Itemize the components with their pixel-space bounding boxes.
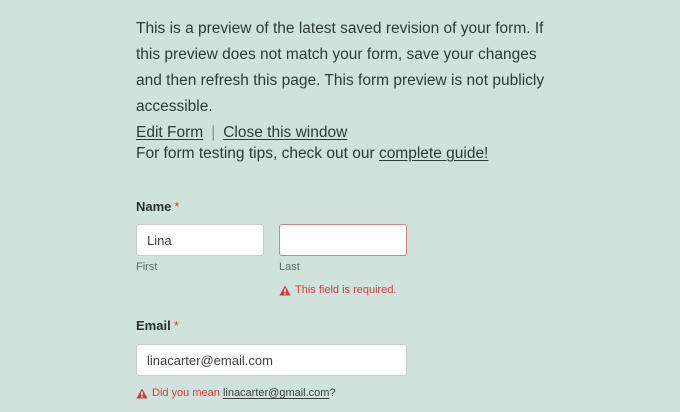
email-required-mark: * (173, 318, 179, 333)
first-name-sublabel: First (136, 261, 158, 273)
email-field-label: Email * (136, 318, 179, 333)
close-window-link[interactable]: Close this window (223, 124, 347, 141)
last-name-sublabel: Last (279, 261, 300, 273)
last-name-error-text: This field is required. (295, 284, 397, 296)
warning-icon (136, 388, 148, 398)
complete-guide-link[interactable]: complete guide! (379, 145, 488, 162)
first-name-input[interactable] (136, 224, 264, 256)
name-required-mark: * (174, 199, 180, 214)
testing-tips: For form testing tips, check out our com… (136, 141, 488, 167)
preview-notice: This is a preview of the latest saved re… (136, 16, 566, 162)
warning-icon (279, 285, 291, 295)
email-suggestion-link[interactable]: linacarter@gmail.com (223, 387, 330, 399)
email-input[interactable] (136, 344, 407, 376)
link-separator: | (211, 124, 216, 141)
email-suggestion: Did you mean linacarter@gmail.com? (136, 387, 336, 399)
email-label-text: Email (136, 318, 171, 333)
tips-text: For form testing tips, check out our (136, 145, 379, 162)
email-suggestion-prefix: Did you mean (152, 387, 220, 399)
last-name-error: This field is required. (279, 284, 397, 296)
edit-form-link[interactable]: Edit Form (136, 124, 203, 141)
preview-intro-text: This is a preview of the latest saved re… (136, 20, 545, 115)
name-label-text: Name (136, 199, 172, 214)
name-field-label: Name * (136, 199, 179, 214)
last-name-input[interactable] (279, 224, 407, 256)
email-suggestion-suffix: ? (329, 387, 336, 399)
